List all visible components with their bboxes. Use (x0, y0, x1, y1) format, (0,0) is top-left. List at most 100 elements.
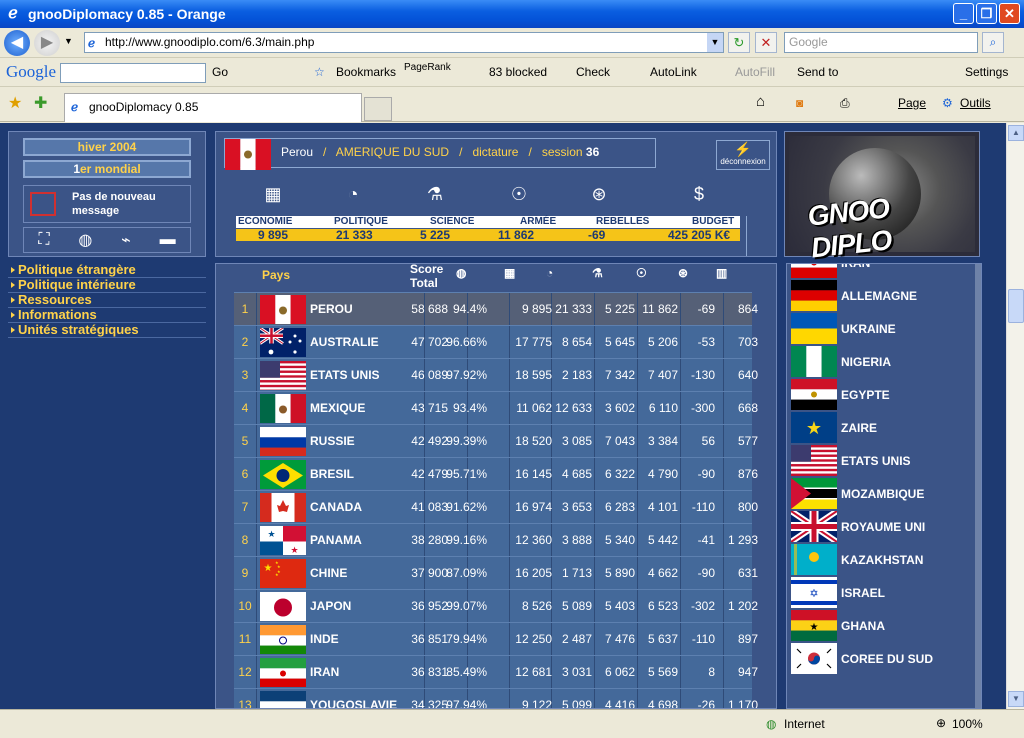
table-row[interactable]: 5 RUSSIE 42 492 99.39% 18 520 3 085 7 043 3 384… (234, 424, 758, 458)
rebels-icon[interactable]: ⊛ (586, 184, 612, 208)
globe-icon[interactable]: ◍ (78, 230, 92, 250)
scroll-down-arrow[interactable]: ▼ (1008, 691, 1024, 707)
address-dropdown-icon[interactable]: ▼ (707, 33, 723, 52)
spellcheck-button[interactable]: Check (576, 65, 610, 79)
row-country-name[interactable]: CHINE (310, 566, 347, 580)
settings-button[interactable]: Settings (965, 65, 1008, 79)
row-flag (260, 625, 306, 654)
country-list-item[interactable]: NIGERIA (791, 345, 981, 378)
address-bar[interactable]: ℯ http://www.gnoodiplo.com/6.3/main.php … (84, 32, 724, 53)
table-row[interactable]: 3 ETATS UNIS 46 089 97.92% 18 595 2 183 7 342 7… (234, 358, 758, 392)
economy-chart-icon[interactable]: ▦ (260, 184, 286, 208)
row-country-name[interactable]: RUSSIE (310, 434, 355, 448)
row-country-name[interactable]: PEROU (310, 302, 353, 316)
table-row[interactable]: 1 PEROU 58 688 94.4% 9 895 21 333 5 225 11 862 -… (234, 292, 758, 326)
column-divider (637, 524, 638, 557)
tank-icon[interactable]: ▬ (160, 231, 176, 249)
map-select-icon[interactable]: ⛶ (38, 231, 49, 249)
popup-blocker[interactable]: 83 blocked (489, 65, 547, 79)
page-scrollbar[interactable]: ▲ ▼ (1006, 123, 1024, 709)
table-row[interactable]: 7 CANADA 41 083 91.62% 16 974 3 653 6 283 4 101… (234, 490, 758, 524)
country-list-item[interactable]: MOZAMBIQUE (791, 477, 981, 510)
table-row[interactable]: 6 BRESIL 42 479 95.71% 16 145 4 685 6 322 4 790… (234, 457, 758, 491)
country-list-item[interactable]: ★ GHANA (791, 609, 981, 642)
autofill-button[interactable]: AutoFill (735, 65, 775, 79)
forward-button[interactable]: ▶ (34, 29, 60, 56)
table-row[interactable]: 9 ★ ★ ★ ★ ★ CHINE 37 900 87.09% 16 205 1 713 5 890 4… (234, 556, 758, 590)
country-list-item[interactable]: ALLEMAGNE (791, 279, 981, 312)
column-divider (723, 689, 724, 708)
pagerank-indicator[interactable]: PageRank (404, 62, 451, 73)
country-list-item[interactable]: COREE DU SUD (791, 642, 981, 675)
politics-speaker-icon[interactable]: ◔ (340, 184, 366, 208)
maximize-button[interactable]: ❐ (976, 3, 997, 24)
print-icon[interactable]: ⎙ (840, 96, 850, 111)
stop-button[interactable]: ✕ (755, 32, 777, 53)
row-country-name[interactable]: PANAMA (310, 533, 362, 547)
menu-item-3[interactable]: Informations (8, 308, 206, 323)
row-country-name[interactable]: CANADA (310, 500, 362, 514)
table-row[interactable]: 4 MEXIQUE 43 715 93.4% 11 062 12 633 3 602 6 11… (234, 391, 758, 425)
search-button[interactable]: ⌕ (982, 32, 1004, 53)
scroll-thumb[interactable] (1008, 289, 1024, 323)
tab-active[interactable]: ℯ gnooDiplomacy 0.85 (64, 93, 362, 122)
row-country-name[interactable]: JAPON (310, 599, 351, 613)
menu-item-4[interactable]: Unités stratégiques (8, 323, 206, 338)
table-row[interactable]: 12 IRAN 36 831 85.49% 12 681 3 031 6 062 5 569 8… (234, 655, 758, 689)
google-go-button[interactable]: Go (212, 65, 228, 79)
country-list-item[interactable]: ROYAUME UNI (791, 510, 981, 543)
science-microscope-icon[interactable]: ⚗ (422, 184, 448, 208)
row-country-name[interactable]: ETATS UNIS (310, 368, 380, 382)
message-box[interactable]: Pas de nouveau message (23, 185, 191, 223)
new-tab-button[interactable] (364, 97, 392, 121)
zoom-level[interactable]: 100% (952, 717, 983, 731)
feeds-icon[interactable]: ◙ (796, 96, 803, 110)
minimize-button[interactable]: _ (953, 3, 974, 24)
autolink-button[interactable]: AutoLink (650, 65, 697, 79)
country-list-item[interactable]: ETATS UNIS (791, 444, 981, 477)
menu-item-1[interactable]: Politique intérieure (8, 278, 206, 293)
bookmarks-menu[interactable]: Bookmarks (336, 65, 396, 79)
table-row[interactable]: 8 ★ ★ PANAMA 38 280 99.16% 12 360 3 888 5 340 5 4… (234, 523, 758, 557)
logout-button[interactable]: ⚡ déconnexion (716, 140, 770, 170)
search-input[interactable]: Google (784, 32, 978, 53)
army-medal-icon[interactable]: ☉ (506, 184, 532, 208)
row-country-name[interactable]: INDE (310, 632, 339, 646)
menu-item-2[interactable]: Ressources (8, 293, 206, 308)
menu-item-0[interactable]: Politique étrangère (8, 263, 206, 278)
budget-moneybag-icon[interactable]: $ (686, 184, 712, 208)
favorites-star-icon[interactable]: ★ (8, 93, 22, 113)
row-country-name[interactable]: AUSTRALIE (310, 335, 379, 349)
send-to-button[interactable]: Send to (797, 65, 838, 79)
table-row[interactable]: 11 INDE 36 851 79.94% 12 250 2 487 7 476 5 637-… (234, 622, 758, 656)
table-row[interactable]: 2 AUSTRALIE 47 702 96.66% 17 775 8 654 5 645 5 … (234, 325, 758, 359)
google-search-input[interactable] (60, 63, 206, 83)
country-list-item[interactable]: UKRAINE (791, 312, 981, 345)
add-favorite-icon[interactable]: ✚ (34, 93, 47, 113)
row-country-name[interactable]: IRAN (310, 665, 339, 679)
row-country-name[interactable]: BRESIL (310, 467, 354, 481)
row-pct: 99.16% (446, 533, 487, 547)
tools-menu[interactable]: Outils (960, 96, 991, 110)
close-button[interactable]: ✕ (999, 3, 1020, 24)
countries-list-scrollbar[interactable] (975, 264, 981, 708)
country-list-item[interactable]: ★ ZAIRE (791, 411, 981, 444)
row-country-name[interactable]: YOUGOSLAVIE (310, 698, 397, 708)
refresh-button[interactable]: ↻ (728, 32, 750, 53)
row-country-name[interactable]: MEXIQUE (310, 401, 365, 415)
country-list-item[interactable]: EGYPTE (791, 378, 981, 411)
satellite-icon[interactable]: ⌁ (121, 230, 131, 250)
scroll-up-arrow[interactable]: ▲ (1008, 125, 1024, 141)
table-row[interactable]: 10 JAPON 36 952 99.07% 8 526 5 089 5 403 6 523-… (234, 589, 758, 623)
page-menu[interactable]: Page (898, 96, 926, 110)
country-name: Perou (281, 145, 314, 159)
address-url: http://www.gnoodiplo.com/6.3/main.php (105, 35, 315, 49)
table-row[interactable]: 13 YOUGOSLAVIE 34 325 97.94% 9 122 5 099 4 416… (234, 688, 758, 708)
country-list-item[interactable]: ✡ ISRAEL (791, 576, 981, 609)
country-list-item[interactable]: IRAN (791, 264, 981, 279)
history-dropdown-icon[interactable]: ▼ (64, 36, 73, 46)
home-icon[interactable]: ⌂ (756, 93, 765, 110)
world-rank-number: 1 (73, 162, 80, 176)
back-button[interactable]: ◀ (4, 29, 30, 56)
country-list-item[interactable]: KAZAKHSTAN (791, 543, 981, 576)
